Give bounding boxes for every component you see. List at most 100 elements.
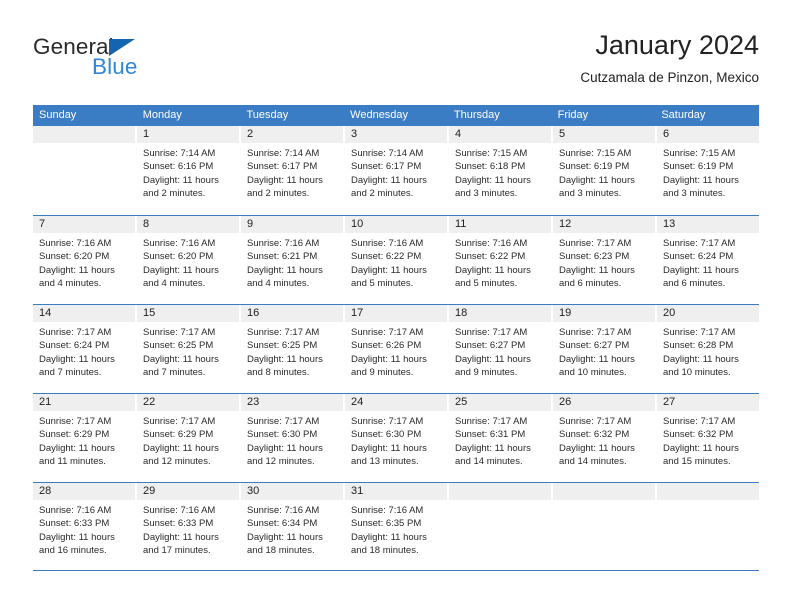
day-cell[interactable]: 27 Sunrise: 7:17 AM Sunset: 6:32 PM Dayligh… <box>657 394 759 482</box>
day-cell-empty <box>33 126 137 215</box>
day-cell[interactable]: 1 Sunrise: 7:14 AM Sunset: 6:16 PM Daylight… <box>137 126 241 215</box>
sunrise-text: Sunrise: 7:15 AM <box>455 148 528 159</box>
day-cell[interactable]: 10 Sunrise: 7:16 AM Sunset: 6:22 PM Dayligh… <box>345 216 449 304</box>
day-cell[interactable]: 17 Sunrise: 7:17 AM Sunset: 6:26 PM Dayligh… <box>345 305 449 393</box>
sunset-text: Sunset: 6:17 PM <box>247 161 318 173</box>
day-cell[interactable]: 8 Sunrise: 7:16 AM Sunset: 6:20 PM Daylight… <box>137 216 241 304</box>
day-info: Sunrise: 7:17 AM Sunset: 6:28 PM Daylight:… <box>657 322 759 380</box>
sunrise-text: Sunrise: 7:16 AM <box>351 505 424 516</box>
daylight-line2-text: and 10 minutes. <box>559 367 627 379</box>
day-number: 14 <box>33 305 135 322</box>
day-cell[interactable]: 9 Sunrise: 7:16 AM Sunset: 6:21 PM Daylight… <box>241 216 345 304</box>
day-number: 18 <box>449 305 551 322</box>
day-number: 11 <box>449 216 551 233</box>
sunset-text: Sunset: 6:32 PM <box>559 429 630 441</box>
daylight-line1-text: Daylight: 11 hours <box>39 264 115 276</box>
day-cell[interactable]: 3 Sunrise: 7:14 AM Sunset: 6:17 PM Daylight… <box>345 126 449 215</box>
day-cell[interactable]: 25 Sunrise: 7:17 AM Sunset: 6:31 PM Dayligh… <box>449 394 553 482</box>
day-cell[interactable]: 19 Sunrise: 7:17 AM Sunset: 6:27 PM Dayligh… <box>553 305 657 393</box>
day-info: Sunrise: 7:17 AM Sunset: 6:31 PM Daylight:… <box>449 411 551 469</box>
sunset-text: Sunset: 6:27 PM <box>455 340 526 352</box>
day-cell[interactable]: 21 Sunrise: 7:17 AM Sunset: 6:29 PM Dayligh… <box>33 394 137 482</box>
daylight-line2-text: and 12 minutes. <box>143 456 211 468</box>
day-cell[interactable]: 31 Sunrise: 7:16 AM Sunset: 6:35 PM Dayligh… <box>345 483 449 570</box>
general-blue-logo[interactable]: General Blue <box>33 34 263 90</box>
daylight-line2-text: and 18 minutes. <box>351 545 419 557</box>
day-info: Sunrise: 7:14 AM Sunset: 6:17 PM Daylight:… <box>345 143 447 201</box>
day-cell[interactable]: 7 Sunrise: 7:16 AM Sunset: 6:20 PM Daylight… <box>33 216 137 304</box>
daylight-line1-text: Daylight: 11 hours <box>351 174 427 186</box>
day-cell[interactable]: 29 Sunrise: 7:16 AM Sunset: 6:33 PM Dayligh… <box>137 483 241 570</box>
sunrise-text: Sunrise: 7:17 AM <box>455 327 528 338</box>
sunrise-text: Sunrise: 7:17 AM <box>559 416 632 427</box>
daylight-line1-text: Daylight: 11 hours <box>455 442 531 454</box>
week-row: 28 Sunrise: 7:16 AM Sunset: 6:33 PM Dayligh… <box>33 482 759 571</box>
day-cell[interactable]: 26 Sunrise: 7:17 AM Sunset: 6:32 PM Dayligh… <box>553 394 657 482</box>
daylight-line2-text: and 2 minutes. <box>247 188 310 200</box>
daylight-line2-text: and 2 minutes. <box>351 188 414 200</box>
day-cell[interactable]: 2 Sunrise: 7:14 AM Sunset: 6:17 PM Daylight… <box>241 126 345 215</box>
weekday-header-friday: Friday <box>557 109 589 121</box>
day-info: Sunrise: 7:15 AM Sunset: 6:18 PM Daylight:… <box>449 143 551 201</box>
day-info: Sunrise: 7:17 AM Sunset: 6:30 PM Daylight:… <box>241 411 343 469</box>
day-info: Sunrise: 7:17 AM Sunset: 6:25 PM Daylight:… <box>137 322 239 380</box>
day-number <box>553 483 655 500</box>
day-cell[interactable]: 12 Sunrise: 7:17 AM Sunset: 6:23 PM Dayligh… <box>553 216 657 304</box>
day-info: Sunrise: 7:16 AM Sunset: 6:21 PM Daylight:… <box>241 233 343 291</box>
day-info: Sunrise: 7:14 AM Sunset: 6:17 PM Daylight:… <box>241 143 343 201</box>
day-number: 20 <box>657 305 759 322</box>
daylight-line1-text: Daylight: 11 hours <box>143 442 219 454</box>
day-cell[interactable]: 22 Sunrise: 7:17 AM Sunset: 6:29 PM Dayligh… <box>137 394 241 482</box>
daylight-line2-text: and 13 minutes. <box>351 456 419 468</box>
sunset-text: Sunset: 6:16 PM <box>143 161 214 173</box>
day-number: 5 <box>553 126 655 143</box>
day-cell[interactable]: 28 Sunrise: 7:16 AM Sunset: 6:33 PM Dayligh… <box>33 483 137 570</box>
day-cell[interactable]: 20 Sunrise: 7:17 AM Sunset: 6:28 PM Dayligh… <box>657 305 759 393</box>
sunrise-text: Sunrise: 7:16 AM <box>247 505 320 516</box>
day-cell[interactable]: 14 Sunrise: 7:17 AM Sunset: 6:24 PM Dayligh… <box>33 305 137 393</box>
daylight-line1-text: Daylight: 11 hours <box>143 531 219 543</box>
sunset-text: Sunset: 6:26 PM <box>351 340 422 352</box>
day-cell[interactable]: 4 Sunrise: 7:15 AM Sunset: 6:18 PM Daylight… <box>449 126 553 215</box>
sunrise-text: Sunrise: 7:15 AM <box>559 148 632 159</box>
daylight-line1-text: Daylight: 11 hours <box>351 442 427 454</box>
day-number: 16 <box>241 305 343 322</box>
day-cell[interactable]: 6 Sunrise: 7:15 AM Sunset: 6:19 PM Daylight… <box>657 126 759 215</box>
day-cell[interactable]: 13 Sunrise: 7:17 AM Sunset: 6:24 PM Dayligh… <box>657 216 759 304</box>
daylight-line2-text: and 6 minutes. <box>663 278 726 290</box>
page-subtitle: Cutzamala de Pinzon, Mexico <box>580 70 759 85</box>
sunrise-text: Sunrise: 7:17 AM <box>247 327 320 338</box>
page-title: January 2024 <box>595 30 759 60</box>
day-cell[interactable]: 16 Sunrise: 7:17 AM Sunset: 6:25 PM Dayligh… <box>241 305 345 393</box>
day-cell[interactable]: 24 Sunrise: 7:17 AM Sunset: 6:30 PM Dayligh… <box>345 394 449 482</box>
day-cell[interactable]: 30 Sunrise: 7:16 AM Sunset: 6:34 PM Dayligh… <box>241 483 345 570</box>
daylight-line2-text: and 3 minutes. <box>559 188 622 200</box>
week-row: 21 Sunrise: 7:17 AM Sunset: 6:29 PM Dayligh… <box>33 393 759 482</box>
daylight-line2-text: and 2 minutes. <box>143 188 206 200</box>
day-info: Sunrise: 7:16 AM Sunset: 6:33 PM Daylight:… <box>137 500 239 558</box>
daylight-line2-text: and 6 minutes. <box>559 278 622 290</box>
daylight-line1-text: Daylight: 11 hours <box>351 353 427 365</box>
weekday-header-thursday: Thursday <box>453 109 500 121</box>
sunset-text: Sunset: 6:25 PM <box>247 340 318 352</box>
day-number <box>657 483 759 500</box>
day-info: Sunrise: 7:17 AM Sunset: 6:30 PM Daylight:… <box>345 411 447 469</box>
day-cell[interactable]: 18 Sunrise: 7:17 AM Sunset: 6:27 PM Dayligh… <box>449 305 553 393</box>
day-number: 9 <box>241 216 343 233</box>
day-number: 31 <box>345 483 447 500</box>
day-cell[interactable]: 5 Sunrise: 7:15 AM Sunset: 6:19 PM Daylight… <box>553 126 657 215</box>
day-number: 19 <box>553 305 655 322</box>
daylight-line2-text: and 7 minutes. <box>39 367 102 379</box>
daylight-line2-text: and 3 minutes. <box>455 188 518 200</box>
day-cell[interactable]: 15 Sunrise: 7:17 AM Sunset: 6:25 PM Dayligh… <box>137 305 241 393</box>
day-info: Sunrise: 7:16 AM Sunset: 6:22 PM Daylight:… <box>345 233 447 291</box>
day-cell[interactable]: 11 Sunrise: 7:16 AM Sunset: 6:22 PM Dayligh… <box>449 216 553 304</box>
daylight-line1-text: Daylight: 11 hours <box>39 353 115 365</box>
day-number: 25 <box>449 394 551 411</box>
sunrise-text: Sunrise: 7:16 AM <box>39 238 112 249</box>
week-row: 1 Sunrise: 7:14 AM Sunset: 6:16 PM Daylight… <box>33 126 759 215</box>
sunrise-text: Sunrise: 7:16 AM <box>143 238 216 249</box>
daylight-line1-text: Daylight: 11 hours <box>559 264 635 276</box>
day-number: 13 <box>657 216 759 233</box>
day-cell[interactable]: 23 Sunrise: 7:17 AM Sunset: 6:30 PM Dayligh… <box>241 394 345 482</box>
